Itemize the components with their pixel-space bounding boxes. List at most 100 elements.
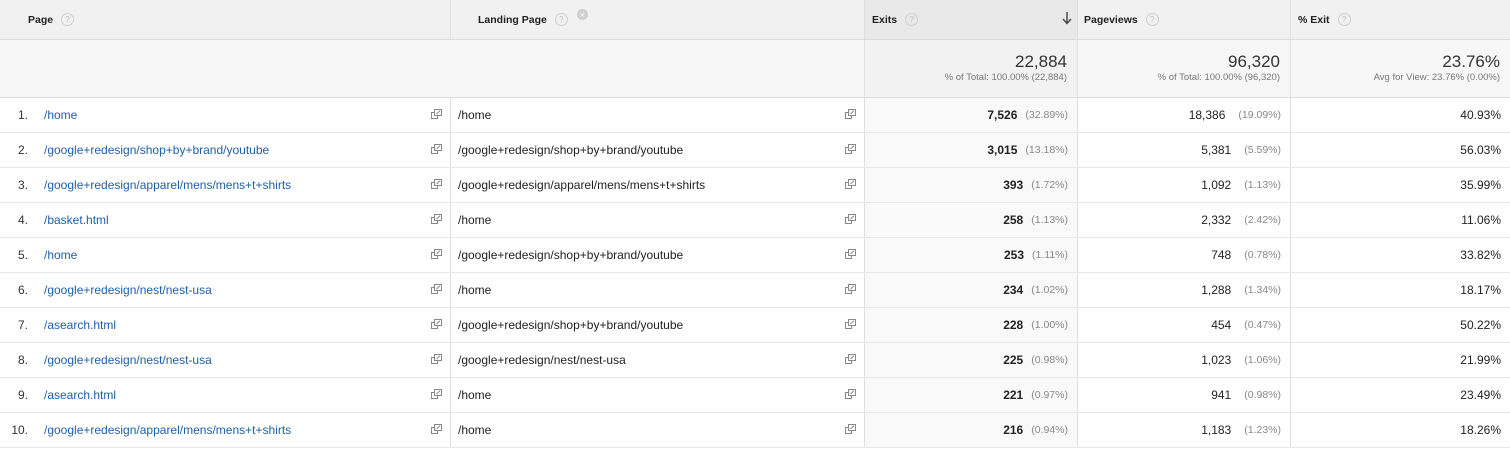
landing-page-cell: /google+redesign/shop+by+brand/youtube (451, 133, 865, 167)
totals-exits-subtext: % of Total: 100.00% (22,884) (944, 72, 1067, 83)
exits-cell: 3,015 (13.18%) (865, 133, 1078, 167)
page-link[interactable]: /google+redesign/apparel/mens/mens+t+shi… (44, 423, 291, 437)
table-row: 1. /home /home 7,526 (32.89%) 18,386 (19… (0, 98, 1510, 133)
pageviews-cell: 18,386 (19.09%) (1078, 98, 1291, 132)
pageviews-percent: (1.34%) (1244, 284, 1281, 296)
pct-exit-cell: 21.99% (1291, 343, 1510, 377)
table-row: 9. /asearch.html /home 221 (0.97%) 941 (… (0, 378, 1510, 413)
totals-page-cell (0, 40, 451, 97)
pageviews-value: 454 (1211, 318, 1232, 332)
column-header-landing-page[interactable]: Landing Page ? × (451, 0, 865, 39)
totals-pageviews: 96,320 % of Total: 100.00% (96,320) (1078, 40, 1291, 97)
pct-exit-value: 33.82% (1460, 248, 1501, 262)
help-icon[interactable]: ? (905, 13, 919, 26)
exits-percent: (1.00%) (1031, 319, 1068, 331)
page-link[interactable]: /home (44, 108, 77, 122)
pct-exit-cell: 40.93% (1291, 98, 1510, 132)
page-link[interactable]: /home (44, 248, 77, 262)
landing-page-cell: /google+redesign/shop+by+brand/youtube (451, 238, 865, 272)
pct-exit-cell: 11.06% (1291, 203, 1510, 237)
landing-page-cell: /home (451, 413, 865, 447)
row-index: 7. (17, 318, 28, 332)
page-cell: 3. /google+redesign/apparel/mens/mens+t+… (0, 168, 451, 202)
landing-page-cell: /google+redesign/apparel/mens/mens+t+shi… (451, 168, 865, 202)
page-cell: 4. /basket.html (0, 203, 451, 237)
external-link-icon[interactable] (845, 389, 856, 399)
row-index: 3. (17, 178, 28, 192)
page-link[interactable]: /basket.html (44, 213, 109, 227)
landing-page-cell: /home (451, 98, 865, 132)
landing-page-cell: /home (451, 273, 865, 307)
page-link[interactable]: /asearch.html (44, 388, 116, 402)
table-row: 7. /asearch.html /google+redesign/shop+b… (0, 308, 1510, 343)
external-link-icon[interactable] (845, 109, 856, 119)
external-link-icon[interactable] (845, 354, 856, 364)
column-header-exits[interactable]: Exits ? (865, 0, 1078, 39)
report-table: Page ? Landing Page ? × Exits ? Pageview… (0, 0, 1510, 448)
pageviews-cell: 1,183 (1.23%) (1078, 413, 1291, 447)
external-link-icon[interactable] (431, 214, 442, 224)
page-link[interactable]: /google+redesign/apparel/mens/mens+t+shi… (44, 178, 291, 192)
pct-exit-value: 18.26% (1460, 423, 1501, 437)
page-link[interactable]: /google+redesign/shop+by+brand/youtube (44, 143, 269, 157)
external-link-icon[interactable] (845, 424, 856, 434)
exits-percent: (0.98%) (1031, 354, 1068, 366)
table-row: 2. /google+redesign/shop+by+brand/youtub… (0, 133, 1510, 168)
external-link-icon[interactable] (845, 179, 856, 189)
external-link-icon[interactable] (845, 214, 856, 224)
external-link-icon[interactable] (431, 354, 442, 364)
exits-value: 253 (1003, 248, 1024, 262)
pct-exit-cell: 18.17% (1291, 273, 1510, 307)
page-cell: 10. /google+redesign/apparel/mens/mens+t… (0, 413, 451, 447)
help-icon[interactable]: ? (61, 13, 75, 26)
pct-exit-cell: 50.22% (1291, 308, 1510, 342)
pct-exit-cell: 35.99% (1291, 168, 1510, 202)
pageviews-percent: (19.09%) (1238, 109, 1281, 121)
row-index: 2. (17, 143, 28, 157)
external-link-icon[interactable] (431, 249, 442, 259)
column-header-exits-label: Exits (872, 13, 898, 26)
page-link[interactable]: /google+redesign/nest/nest-usa (44, 353, 212, 367)
column-header-pct-exit-label: % Exit (1298, 13, 1330, 26)
external-link-icon[interactable] (845, 144, 856, 154)
exits-percent: (32.89%) (1025, 109, 1068, 121)
external-link-icon[interactable] (431, 179, 442, 189)
pageviews-value: 1,092 (1201, 178, 1232, 192)
page-link[interactable]: /google+redesign/nest/nest-usa (44, 283, 212, 297)
exits-value: 393 (1003, 178, 1024, 192)
external-link-icon[interactable] (845, 319, 856, 329)
pageviews-cell: 1,092 (1.13%) (1078, 168, 1291, 202)
help-icon[interactable]: ? (1337, 13, 1351, 26)
exits-value: 7,526 (987, 108, 1018, 122)
pageviews-cell: 941 (0.98%) (1078, 378, 1291, 412)
column-header-pct-exit[interactable]: % Exit ? (1291, 0, 1510, 39)
column-header-page[interactable]: Page ? (0, 0, 451, 39)
exits-cell: 7,526 (32.89%) (865, 98, 1078, 132)
landing-page-text: /home (458, 283, 492, 297)
column-header-pageviews[interactable]: Pageviews ? (1078, 0, 1291, 39)
exits-cell: 258 (1.13%) (865, 203, 1078, 237)
help-icon[interactable]: ? (1145, 13, 1159, 26)
external-link-icon[interactable] (845, 249, 856, 259)
pageviews-value: 18,386 (1188, 108, 1226, 122)
remove-dimension-close-icon[interactable]: × (576, 9, 588, 20)
sort-descending-arrow-down-icon[interactable] (1061, 11, 1073, 25)
external-link-icon[interactable] (431, 424, 442, 434)
external-link-icon[interactable] (431, 319, 442, 329)
exits-value: 228 (1003, 318, 1024, 332)
external-link-icon[interactable] (431, 144, 442, 154)
exits-percent: (0.94%) (1031, 424, 1068, 436)
external-link-icon[interactable] (845, 284, 856, 294)
pageviews-cell: 454 (0.47%) (1078, 308, 1291, 342)
exits-cell: 228 (1.00%) (865, 308, 1078, 342)
pageviews-percent: (5.59%) (1244, 144, 1281, 156)
external-link-icon[interactable] (431, 109, 442, 119)
help-icon[interactable]: ? (554, 13, 568, 26)
external-link-icon[interactable] (431, 389, 442, 399)
pageviews-percent: (1.06%) (1244, 354, 1281, 366)
totals-pageviews-subtext: % of Total: 100.00% (96,320) (1157, 72, 1280, 83)
page-link[interactable]: /asearch.html (44, 318, 116, 332)
column-header-page-label: Page (28, 13, 54, 26)
landing-page-text: /google+redesign/shop+by+brand/youtube (458, 248, 684, 262)
external-link-icon[interactable] (431, 284, 442, 294)
